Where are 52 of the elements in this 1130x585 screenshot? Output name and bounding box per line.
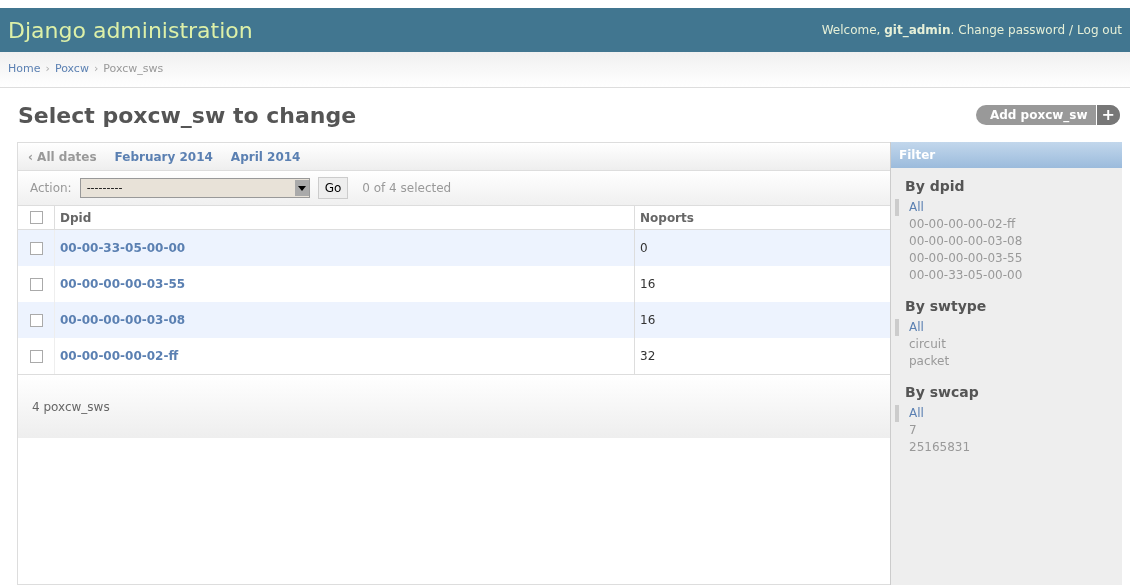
row-checkbox[interactable] xyxy=(29,313,43,327)
filter-choice[interactable]: packet xyxy=(895,353,1122,370)
action-select[interactable]: --------- xyxy=(79,178,310,198)
link-separator: / xyxy=(1069,22,1074,39)
dpid-link[interactable]: 00-00-00-00-02-ff xyxy=(60,347,179,365)
filter-choice[interactable]: All xyxy=(895,199,1122,216)
filter-choice[interactable]: 00-00-00-00-03-55 xyxy=(895,250,1122,267)
dpid-link[interactable]: 00-00-33-05-00-00 xyxy=(60,239,186,257)
logout-link[interactable]: Log out xyxy=(1077,21,1122,39)
breadcrumb-link[interactable]: Poxcw xyxy=(54,61,89,78)
filter-group-title: By swtype xyxy=(904,297,988,316)
dpid-link[interactable]: 00-00-00-00-03-08 xyxy=(60,311,186,329)
filter-group-title: By swcap xyxy=(904,383,980,402)
date-link[interactable]: April 2014 xyxy=(230,147,301,166)
go-button[interactable]: Go xyxy=(317,177,349,199)
table-cell-text: 16 xyxy=(640,312,656,329)
column-header[interactable]: Noports xyxy=(634,205,890,230)
filter-choice[interactable]: 00-00-33-05-00-00 xyxy=(895,267,1122,284)
column-header[interactable]: Dpid xyxy=(54,205,634,230)
table-cell-text: 16 xyxy=(640,276,656,293)
result-count: 4 poxcw_sws xyxy=(32,398,110,416)
filter-choice[interactable]: All xyxy=(895,405,1122,422)
date-link[interactable]: February 2014 xyxy=(114,147,213,166)
breadcrumb-separator: › xyxy=(45,61,50,78)
page-title: Select poxcw_sw to change xyxy=(18,101,357,130)
dpid-link[interactable]: 00-00-00-00-03-55 xyxy=(60,275,186,293)
current-page-text: Poxcw_sws xyxy=(103,61,164,78)
filter-choice[interactable]: 25165831 xyxy=(895,439,1122,456)
row-checkbox[interactable] xyxy=(29,277,43,291)
breadcrumb-separator: › xyxy=(93,61,99,78)
filter-choice[interactable]: 00-00-00-00-03-08 xyxy=(895,233,1122,250)
filter-choice[interactable]: 7 xyxy=(895,422,1122,439)
filter-choice[interactable]: All xyxy=(895,319,1122,336)
filter-choice[interactable]: 00-00-00-00-02-ff xyxy=(895,216,1122,233)
select-all-checkbox[interactable] xyxy=(29,211,43,224)
welcome-text: Welcome, git_admin. xyxy=(821,22,955,39)
breadcrumb-link[interactable]: Home xyxy=(8,61,41,78)
plus-icon: + xyxy=(1095,105,1120,125)
dropdown-caret-icon xyxy=(294,180,309,196)
filter-heading: Filter xyxy=(891,142,1122,168)
row-checkbox[interactable] xyxy=(29,241,43,255)
table-cell-text: 0 xyxy=(640,240,648,257)
selection-counter: 0 of 4 selected xyxy=(362,180,452,197)
action-label: Action: xyxy=(30,180,72,197)
table-cell-text: 32 xyxy=(640,348,656,365)
site-title: Django administration xyxy=(8,16,253,45)
change-password-link[interactable]: Change password xyxy=(958,21,1066,39)
add-button[interactable]: Add poxcw_sw + xyxy=(975,105,1120,125)
filter-choice[interactable]: circuit xyxy=(895,336,1122,353)
all-dates-link[interactable]: ‹ All dates xyxy=(28,147,97,166)
row-checkbox[interactable] xyxy=(29,349,43,363)
filter-group-title: By dpid xyxy=(904,177,966,196)
